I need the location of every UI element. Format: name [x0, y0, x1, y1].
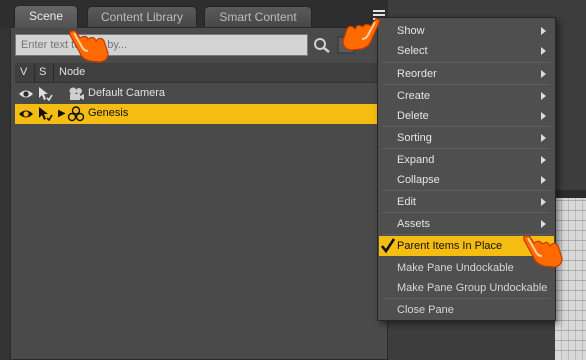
search-icon[interactable] — [313, 37, 331, 53]
submenu-arrow-icon — [541, 47, 546, 55]
tree-row[interactable]: Default Camera — [15, 84, 385, 104]
menu-item-collapse[interactable]: Collapse — [379, 170, 554, 190]
scene-pane: V S Node Default Camera — [10, 27, 388, 360]
tab-content-library[interactable]: Content Library — [87, 6, 197, 27]
menu-separator — [382, 84, 551, 85]
menu-item-reorder[interactable]: Reorder — [379, 64, 554, 84]
pane-context-menu: Show Select Reorder Create Delete Sortin… — [377, 17, 556, 321]
menu-item-expand[interactable]: Expand — [379, 150, 554, 170]
expand-arrow-icon[interactable]: ▶ — [58, 108, 66, 120]
select-cursor-icon[interactable] — [37, 106, 53, 122]
tree-row-selected[interactable]: ▶ Genesis — [15, 104, 385, 124]
menu-item-edit[interactable]: Edit — [379, 192, 554, 212]
menu-item-create[interactable]: Create — [379, 86, 554, 106]
menu-separator — [382, 126, 551, 127]
clear-filter-icon[interactable] — [337, 36, 355, 54]
menu-separator — [382, 234, 551, 235]
menu-item-make-pane-undockable[interactable]: Make Pane Undockable — [379, 258, 554, 278]
node-label: Genesis — [88, 107, 129, 119]
left-edge — [0, 27, 10, 360]
column-visible[interactable]: V — [20, 66, 27, 78]
eye-icon[interactable] — [18, 108, 34, 120]
submenu-arrow-icon — [541, 220, 546, 228]
submenu-arrow-icon — [541, 70, 546, 78]
menu-separator — [382, 148, 551, 149]
column-selectable[interactable]: S — [39, 66, 46, 78]
menu-separator — [382, 298, 551, 299]
submenu-arrow-icon — [541, 134, 546, 142]
menu-separator — [382, 212, 551, 213]
figure-icon — [67, 106, 85, 122]
menu-item-close-pane[interactable]: Close Pane — [379, 300, 554, 320]
checkmark-icon — [380, 238, 396, 254]
menu-item-assets[interactable]: Assets — [379, 214, 554, 234]
submenu-arrow-icon — [541, 156, 546, 164]
viewport-frame — [551, 190, 586, 198]
search-input[interactable] — [15, 34, 308, 56]
menu-item-show[interactable]: Show — [379, 21, 554, 41]
column-node[interactable]: Node — [59, 66, 85, 78]
menu-item-parent-items-in-place[interactable]: Parent Items In Place — [379, 236, 554, 256]
submenu-arrow-icon — [541, 198, 546, 206]
submenu-arrow-icon — [541, 112, 546, 120]
menu-item-select[interactable]: Select — [379, 41, 554, 61]
tab-smart-content[interactable]: Smart Content — [204, 6, 312, 27]
submenu-arrow-icon — [541, 27, 546, 35]
select-cursor-icon[interactable] — [37, 86, 53, 102]
node-label: Default Camera — [88, 87, 166, 99]
column-header: V S Node — [15, 63, 385, 83]
menu-item-delete[interactable]: Delete — [379, 106, 554, 126]
submenu-arrow-icon — [541, 176, 546, 184]
menu-separator — [382, 62, 551, 63]
tab-scene[interactable]: Scene — [14, 5, 78, 28]
menu-separator — [382, 190, 551, 191]
menu-item-sorting[interactable]: Sorting — [379, 128, 554, 148]
eye-icon[interactable] — [18, 88, 34, 100]
submenu-arrow-icon — [541, 92, 546, 100]
menu-item-make-pane-group-undockable[interactable]: Make Pane Group Undockable — [379, 278, 554, 298]
camera-icon — [69, 87, 84, 100]
viewport-floor-grid[interactable] — [555, 198, 586, 360]
filter-row — [15, 34, 385, 56]
